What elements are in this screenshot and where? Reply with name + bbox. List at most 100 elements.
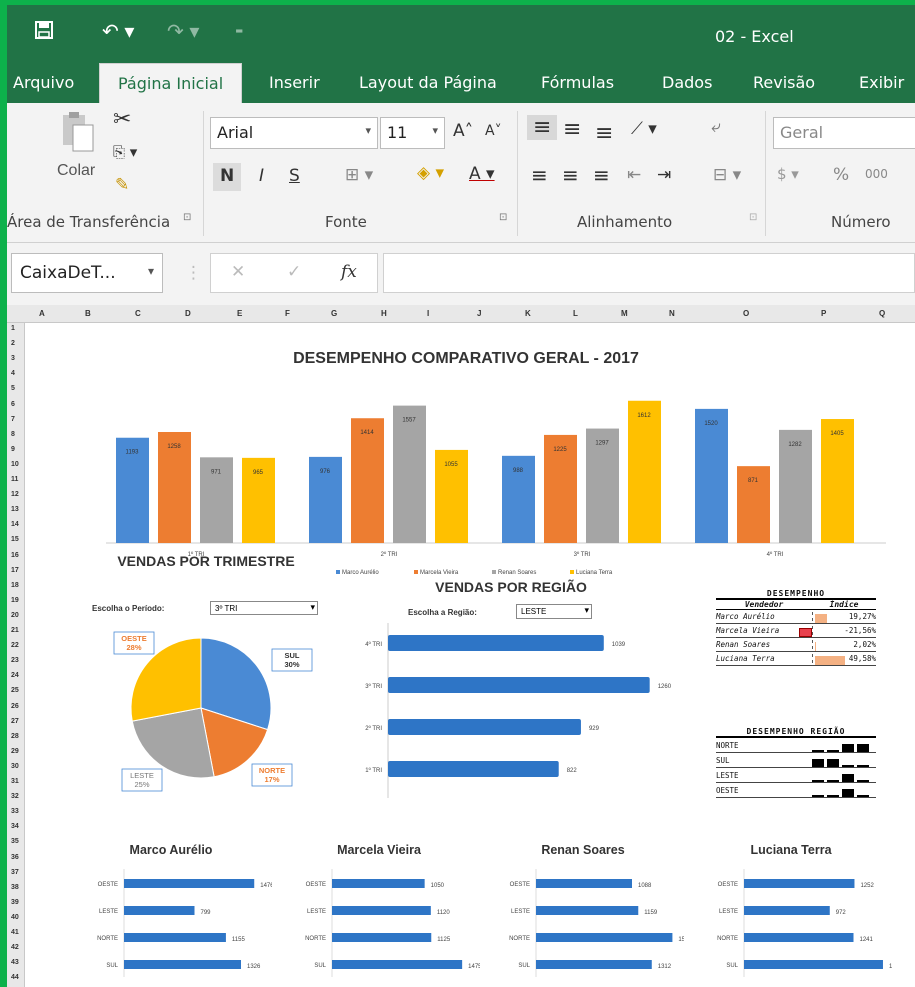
- row-header[interactable]: 13: [11, 506, 19, 513]
- center-icon[interactable]: ≡: [562, 163, 579, 187]
- column-header-o[interactable]: O: [743, 309, 749, 318]
- tab-arquivo[interactable]: Arquivo: [13, 73, 74, 92]
- number-format-select[interactable]: Geral: [773, 117, 915, 149]
- decrease-indent-icon[interactable]: ⇤: [627, 165, 641, 185]
- column-header-f[interactable]: F: [285, 309, 290, 318]
- row-header[interactable]: 32: [11, 793, 19, 800]
- column-header-e[interactable]: E: [237, 309, 242, 318]
- decrease-font-icon[interactable]: A˅: [485, 123, 502, 139]
- clipboard-launcher-icon[interactable]: ⊡: [183, 212, 191, 223]
- row-header[interactable]: 43: [11, 959, 19, 966]
- paste-button[interactable]: Colar: [57, 111, 103, 191]
- column-header-k[interactable]: K: [525, 309, 531, 318]
- cancel-icon[interactable]: ✕: [231, 262, 245, 282]
- fill-color-icon[interactable]: ◈ ▾: [417, 163, 444, 183]
- increase-font-icon[interactable]: A˄: [453, 121, 473, 141]
- formula-input[interactable]: [383, 253, 915, 293]
- row-header[interactable]: 41: [11, 929, 19, 936]
- column-header-g[interactable]: G: [331, 309, 337, 318]
- row-header[interactable]: 17: [11, 567, 19, 574]
- column-header-n[interactable]: N: [669, 309, 675, 318]
- tab-pagina-inicial[interactable]: Página Inicial: [99, 63, 243, 103]
- align-middle-icon[interactable]: ≡: [563, 117, 581, 142]
- row-header[interactable]: 27: [11, 718, 19, 725]
- column-header-a[interactable]: A: [39, 309, 45, 318]
- align-top-icon[interactable]: ≡: [527, 115, 558, 140]
- tab-layout-da-pagina[interactable]: Layout da Página: [359, 73, 497, 92]
- increase-indent-icon[interactable]: ⇥: [657, 165, 671, 185]
- row-header[interactable]: 6: [11, 401, 15, 408]
- redo-icon[interactable]: ↷ ▾: [167, 19, 199, 44]
- cut-icon[interactable]: ✂: [113, 107, 131, 132]
- align-bottom-icon[interactable]: ≡: [595, 121, 613, 146]
- row-header[interactable]: 4: [11, 370, 15, 377]
- confirm-icon[interactable]: ✓: [287, 262, 301, 282]
- row-header[interactable]: 12: [11, 491, 19, 498]
- thousands-button[interactable]: 000: [865, 167, 888, 181]
- row-header[interactable]: 1: [11, 325, 15, 332]
- tab-formulas[interactable]: Fórmulas: [541, 73, 614, 92]
- row-header[interactable]: 29: [11, 748, 19, 755]
- row-header[interactable]: 35: [11, 838, 19, 845]
- row-header[interactable]: 40: [11, 914, 19, 921]
- row-header[interactable]: 7: [11, 416, 15, 423]
- column-header-j[interactable]: J: [477, 309, 481, 318]
- row-header[interactable]: 21: [11, 627, 19, 634]
- row-header[interactable]: 8: [11, 431, 15, 438]
- row-header[interactable]: 5: [11, 385, 15, 392]
- row-header[interactable]: 28: [11, 733, 19, 740]
- name-box[interactable]: CaixaDeT... ▾: [11, 253, 163, 293]
- column-header-h[interactable]: H: [381, 309, 387, 318]
- tab-inserir[interactable]: Inserir: [269, 73, 320, 92]
- vendedor-bar-chart-marcela-vieira[interactable]: OESTE 1050 LESTE 1120 NORTE 1125 SUL 1475: [290, 869, 480, 984]
- font-name-select[interactable]: Arial ▾: [210, 117, 378, 149]
- row-header[interactable]: 19: [11, 597, 19, 604]
- align-right-icon[interactable]: ≡: [593, 163, 610, 187]
- merge-icon[interactable]: ⊟ ▾: [713, 165, 741, 185]
- row-header[interactable]: 25: [11, 687, 19, 694]
- currency-icon[interactable]: $ ▾: [777, 165, 799, 183]
- regiao-bar-chart[interactable]: 4º TRI 1039 3º TRI 1260 2º TRI 929 1º TRI 822: [316, 623, 676, 803]
- row-header[interactable]: 31: [11, 778, 19, 785]
- column-header-l[interactable]: L: [573, 309, 578, 318]
- save-icon[interactable]: [35, 21, 53, 45]
- row-header[interactable]: 15: [11, 536, 19, 543]
- row-header[interactable]: 36: [11, 854, 19, 861]
- row-header[interactable]: 11: [11, 476, 18, 483]
- tab-revisao[interactable]: Revisão: [753, 73, 815, 92]
- font-size-select[interactable]: 11 ▾: [380, 117, 445, 149]
- function-icon[interactable]: fx: [341, 262, 357, 282]
- row-header[interactable]: 38: [11, 884, 19, 891]
- column-header-b[interactable]: B: [85, 309, 91, 318]
- alignment-launcher-icon[interactable]: ⊡: [749, 212, 757, 223]
- row-header[interactable]: 24: [11, 672, 19, 679]
- font-launcher-icon[interactable]: ⊡: [499, 212, 507, 223]
- bold-button[interactable]: N: [213, 163, 241, 191]
- row-header[interactable]: 23: [11, 657, 19, 664]
- comparativo-bar-chart[interactable]: 11931258971 9651º TRI9761414155710552º TR…: [26, 373, 906, 583]
- row-header[interactable]: 18: [11, 582, 19, 589]
- tab-dados[interactable]: Dados: [662, 73, 712, 92]
- wrap-text-icon[interactable]: ⤶: [711, 117, 721, 137]
- row-header[interactable]: 9: [11, 446, 15, 453]
- row-header[interactable]: 33: [11, 808, 19, 815]
- trimestre-pie-chart[interactable]: SUL30% NORTE17% LESTE25% OESTE28%: [86, 613, 326, 813]
- orientation-icon[interactable]: ⟋ ▾: [631, 119, 657, 139]
- row-header[interactable]: 22: [11, 642, 19, 649]
- row-header[interactable]: 16: [11, 552, 19, 559]
- vendedor-bar-chart-renan-soares[interactable]: OESTE 1088 LESTE 1159 NORTE 1546 SUL 1312: [494, 869, 684, 984]
- border-icon[interactable]: ⊞ ▾: [345, 165, 373, 185]
- row-header[interactable]: 37: [11, 869, 19, 876]
- copy-icon[interactable]: ⎘ ▾: [113, 143, 137, 161]
- underline-button[interactable]: S: [289, 166, 300, 186]
- customize-icon[interactable]: ₌: [235, 19, 243, 39]
- column-header-q[interactable]: Q: [879, 309, 885, 318]
- row-header[interactable]: 14: [11, 521, 19, 528]
- vendedor-bar-chart-marco-aurelio[interactable]: OESTE 1476 LESTE 799 NORTE 1155 SUL 1326: [82, 869, 272, 984]
- row-header[interactable]: 34: [11, 823, 19, 830]
- row-header[interactable]: 10: [11, 461, 19, 468]
- format-painter-icon[interactable]: ✎: [115, 175, 129, 195]
- undo-icon[interactable]: ↶ ▾: [102, 19, 134, 44]
- column-header-p[interactable]: P: [821, 309, 826, 318]
- row-header[interactable]: 30: [11, 763, 19, 770]
